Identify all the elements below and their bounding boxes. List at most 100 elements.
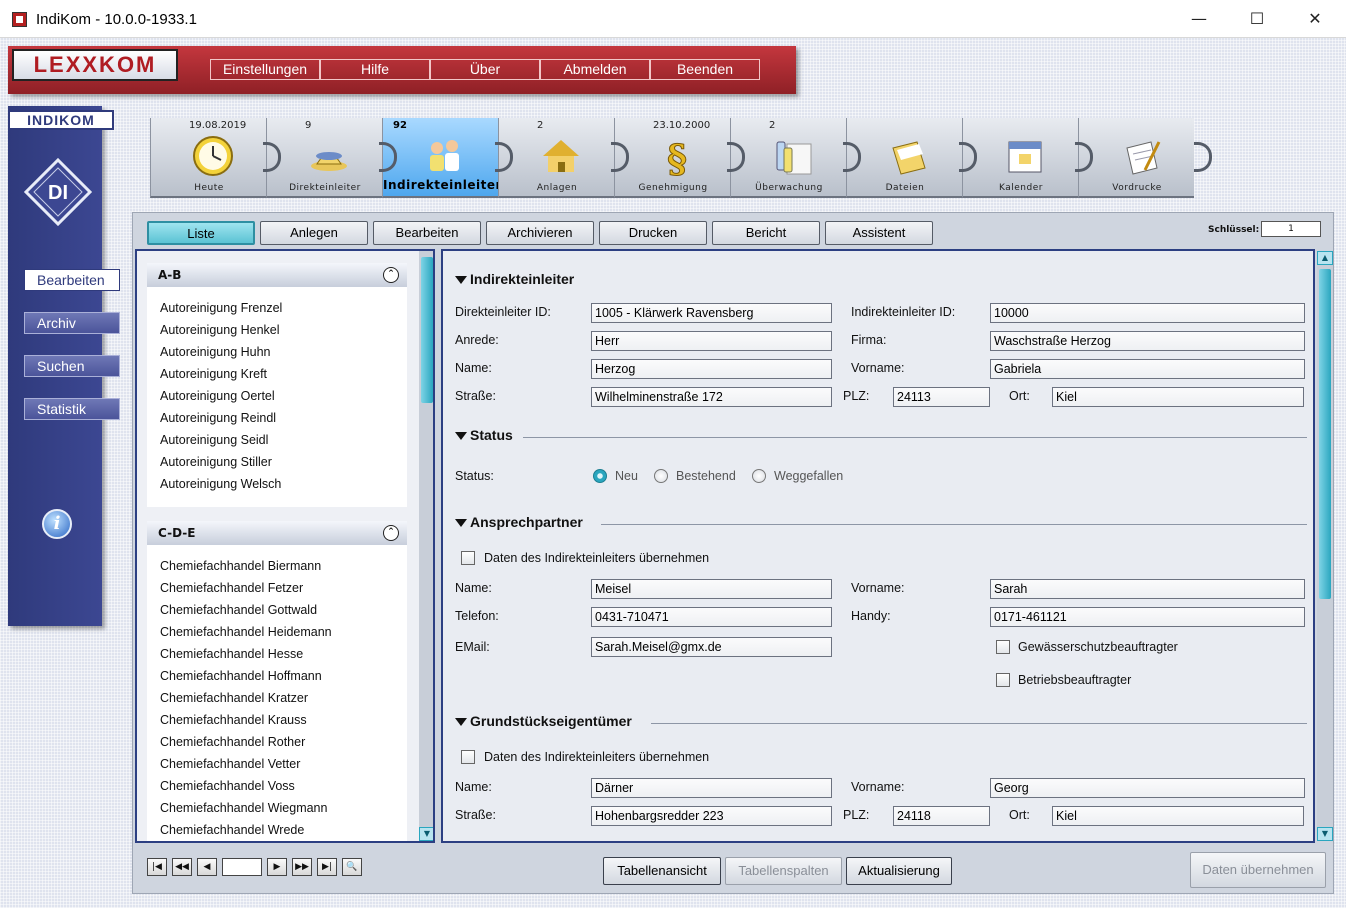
liste-button[interactable]: Liste bbox=[147, 221, 255, 245]
eig-copy-data-checkbox[interactable] bbox=[461, 750, 475, 764]
list-scrollbar[interactable]: ▼ bbox=[419, 251, 433, 841]
tab-ueberwachung[interactable]: 2 Überwachung bbox=[727, 118, 846, 198]
list-item[interactable]: Chemiefachhandel Fetzer bbox=[147, 577, 407, 599]
list-item[interactable]: Chemiefachhandel Voss bbox=[147, 775, 407, 797]
tab-anlagen[interactable]: 2 Anlagen bbox=[495, 118, 614, 198]
telefon-field[interactable]: 0431-710471 bbox=[591, 607, 832, 627]
form-scroll-thumb[interactable] bbox=[1319, 269, 1331, 599]
prev-page-icon[interactable]: ◀ bbox=[197, 858, 217, 876]
aktualisierung-button[interactable]: Aktualisierung bbox=[846, 857, 952, 885]
handy-field[interactable]: 0171-461121 bbox=[990, 607, 1305, 627]
collapse-icon[interactable]: ⌃ bbox=[383, 525, 399, 541]
list-item[interactable]: Chemiefachhandel Wrede bbox=[147, 819, 407, 841]
menu-hilfe[interactable]: Hilfe bbox=[320, 59, 430, 80]
info-icon[interactable]: i bbox=[42, 509, 72, 539]
indirekt-id-field[interactable]: 10000 bbox=[990, 303, 1305, 323]
daten-uebernehmen-button[interactable]: Daten übernehmen bbox=[1190, 852, 1326, 888]
group-header[interactable]: C-D-E ⌃ bbox=[147, 521, 407, 545]
status-neu-radio[interactable] bbox=[593, 469, 607, 483]
tab-genehmigung[interactable]: 23.10.2000 § Genehmigung bbox=[611, 118, 730, 198]
tab-direkteinleiter[interactable]: 9 Direkteinleiter bbox=[263, 118, 382, 198]
tab-indirekteinleiter[interactable]: 92 Indirekteinleiter bbox=[379, 118, 501, 198]
name-field[interactable]: Herzog bbox=[591, 359, 832, 379]
gewaesser-checkbox[interactable] bbox=[996, 640, 1010, 654]
direkt-id-field[interactable]: 1005 - Klärwerk Ravensberg bbox=[591, 303, 832, 323]
menu-abmelden[interactable]: Abmelden bbox=[540, 59, 650, 80]
list-item[interactable]: Chemiefachhandel Gottwald bbox=[147, 599, 407, 621]
status-weggefallen-radio[interactable] bbox=[752, 469, 766, 483]
scroll-down-icon[interactable]: ▼ bbox=[1317, 827, 1333, 841]
nav-statistik[interactable]: Statistik bbox=[24, 398, 120, 420]
list-item[interactable]: Autoreinigung Seidl bbox=[147, 429, 407, 451]
ap-name-field[interactable]: Meisel bbox=[591, 579, 832, 599]
list-item[interactable]: Chemiefachhandel Heidemann bbox=[147, 621, 407, 643]
tab-kalender[interactable]: Kalender bbox=[959, 118, 1078, 198]
anrede-field[interactable]: Herr bbox=[591, 331, 832, 351]
email-field[interactable]: Sarah.Meisel@gmx.de bbox=[591, 637, 832, 657]
form-scrollbar[interactable]: ▲ ▼ bbox=[1317, 251, 1333, 841]
list-item[interactable]: Chemiefachhandel Kratzer bbox=[147, 687, 407, 709]
tab-dateien[interactable]: Dateien bbox=[843, 118, 962, 198]
list-item[interactable]: Autoreinigung Oertel bbox=[147, 385, 407, 407]
first-page-icon[interactable]: |◀ bbox=[147, 858, 167, 876]
list-item[interactable]: Autoreinigung Reindl bbox=[147, 407, 407, 429]
vorname-field[interactable]: Gabriela bbox=[990, 359, 1305, 379]
next-page-icon[interactable]: ▶ bbox=[267, 858, 287, 876]
strasse-field[interactable]: Wilhelminenstraße 172 bbox=[591, 387, 832, 407]
menu-einstellungen[interactable]: Einstellungen bbox=[210, 59, 320, 80]
tab-heute[interactable]: 19.08.2019 Heute bbox=[150, 118, 266, 198]
tab-vordrucke[interactable]: Vordrucke bbox=[1075, 118, 1194, 198]
list-item[interactable]: Chemiefachhandel Hesse bbox=[147, 643, 407, 665]
plz-field[interactable]: 24113 bbox=[893, 387, 990, 407]
list-item[interactable]: Autoreinigung Kreft bbox=[147, 363, 407, 385]
eig-ort-field[interactable]: Kiel bbox=[1052, 806, 1304, 826]
collapse-icon[interactable]: ⌃ bbox=[383, 267, 399, 283]
list-item[interactable]: Autoreinigung Welsch bbox=[147, 473, 407, 495]
section-ansprechpartner[interactable]: Ansprechpartner bbox=[455, 514, 583, 530]
tabellenansicht-button[interactable]: Tabellenansicht bbox=[603, 857, 721, 885]
list-scroll-thumb[interactable] bbox=[421, 257, 433, 403]
tabellenspalten-button[interactable]: Tabellenspalten bbox=[725, 857, 842, 885]
copy-data-checkbox[interactable] bbox=[461, 551, 475, 565]
prev-block-icon[interactable]: ◀◀ bbox=[172, 858, 192, 876]
list-item[interactable]: Chemiefachhandel Biermann bbox=[147, 555, 407, 577]
section-indirekteinleiter[interactable]: Indirekteinleiter bbox=[455, 271, 574, 287]
scroll-up-icon[interactable]: ▲ bbox=[1317, 251, 1333, 265]
menu-ueber[interactable]: Über bbox=[430, 59, 540, 80]
close-button[interactable]: ✕ bbox=[1286, 0, 1344, 38]
last-page-icon[interactable]: ▶| bbox=[317, 858, 337, 876]
menu-beenden[interactable]: Beenden bbox=[650, 59, 760, 80]
key-field[interactable]: 1 bbox=[1261, 221, 1321, 237]
minimize-button[interactable]: — bbox=[1170, 0, 1228, 38]
nav-archiv[interactable]: Archiv bbox=[24, 312, 120, 334]
drucken-button[interactable]: Drucken bbox=[599, 221, 707, 245]
list-item[interactable]: Chemiefachhandel Krauss bbox=[147, 709, 407, 731]
status-bestehend-radio[interactable] bbox=[654, 469, 668, 483]
eig-plz-field[interactable]: 24118 bbox=[893, 806, 990, 826]
list-item[interactable]: Autoreinigung Henkel bbox=[147, 319, 407, 341]
betrieb-checkbox[interactable] bbox=[996, 673, 1010, 687]
section-eigentuemer[interactable]: Grundstückseigentümer bbox=[455, 713, 632, 729]
page-input[interactable] bbox=[222, 858, 262, 876]
list-item[interactable]: Autoreinigung Stiller bbox=[147, 451, 407, 473]
list-item[interactable]: Autoreinigung Frenzel bbox=[147, 297, 407, 319]
list-item[interactable]: Autoreinigung Huhn bbox=[147, 341, 407, 363]
eig-name-field[interactable]: Därner bbox=[591, 778, 832, 798]
list-item[interactable]: Chemiefachhandel Hoffmann bbox=[147, 665, 407, 687]
scroll-down-icon[interactable]: ▼ bbox=[419, 827, 433, 841]
search-icon[interactable]: 🔍 bbox=[342, 858, 362, 876]
group-header[interactable]: A-B ⌃ bbox=[147, 263, 407, 287]
list-item[interactable]: Chemiefachhandel Rother bbox=[147, 731, 407, 753]
anlegen-button[interactable]: Anlegen bbox=[260, 221, 368, 245]
bearbeiten-button[interactable]: Bearbeiten bbox=[373, 221, 481, 245]
assistent-button[interactable]: Assistent bbox=[825, 221, 933, 245]
list-item[interactable]: Chemiefachhandel Wiegmann bbox=[147, 797, 407, 819]
firma-field[interactable]: Waschstraße Herzog bbox=[990, 331, 1305, 351]
ap-vorname-field[interactable]: Sarah bbox=[990, 579, 1305, 599]
ort-field[interactable]: Kiel bbox=[1052, 387, 1304, 407]
archivieren-button[interactable]: Archivieren bbox=[486, 221, 594, 245]
eig-vorname-field[interactable]: Georg bbox=[990, 778, 1305, 798]
next-block-icon[interactable]: ▶▶ bbox=[292, 858, 312, 876]
section-status[interactable]: Status bbox=[455, 427, 513, 443]
bericht-button[interactable]: Bericht bbox=[712, 221, 820, 245]
